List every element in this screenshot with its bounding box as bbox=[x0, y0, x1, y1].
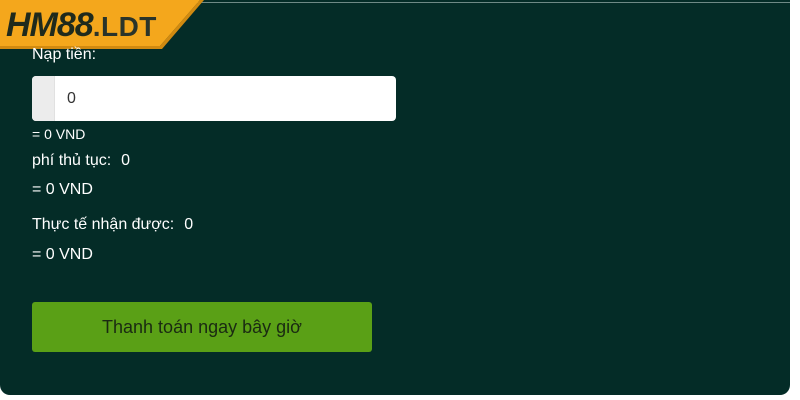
received-row: Thực tế nhận được: 0 bbox=[32, 216, 193, 234]
logo-text: HM88 .LDT bbox=[6, 6, 157, 46]
received-converted-text: = 0 VND bbox=[32, 246, 93, 263]
deposit-converted-text: = 0 VND bbox=[32, 126, 86, 142]
fee-row: phí thủ tục: 0 bbox=[32, 152, 130, 170]
fee-label: phí thủ tục: bbox=[32, 152, 112, 169]
pay-now-button[interactable]: Thanh toán ngay bây giờ bbox=[32, 302, 372, 352]
logo-suffix-text: .LDT bbox=[92, 11, 157, 42]
received-label: Thực tế nhận được: bbox=[32, 216, 175, 233]
input-addon bbox=[32, 76, 55, 121]
brand-logo[interactable]: HM88 .LDT bbox=[0, 0, 205, 52]
header-divider bbox=[190, 2, 790, 3]
received-value: 0 bbox=[184, 216, 194, 233]
fee-converted-text: = 0 VND bbox=[32, 181, 93, 198]
logo-main-text: HM88 bbox=[6, 6, 94, 44]
fee-value: 0 bbox=[121, 152, 131, 169]
page: HM88 .LDT Nạp tiền: = 0 VND phí thủ tục:… bbox=[0, 0, 800, 400]
deposit-amount-input[interactable] bbox=[55, 76, 396, 121]
deposit-input-group[interactable] bbox=[32, 76, 396, 121]
deposit-label: Nạp tiền: bbox=[32, 46, 97, 63]
